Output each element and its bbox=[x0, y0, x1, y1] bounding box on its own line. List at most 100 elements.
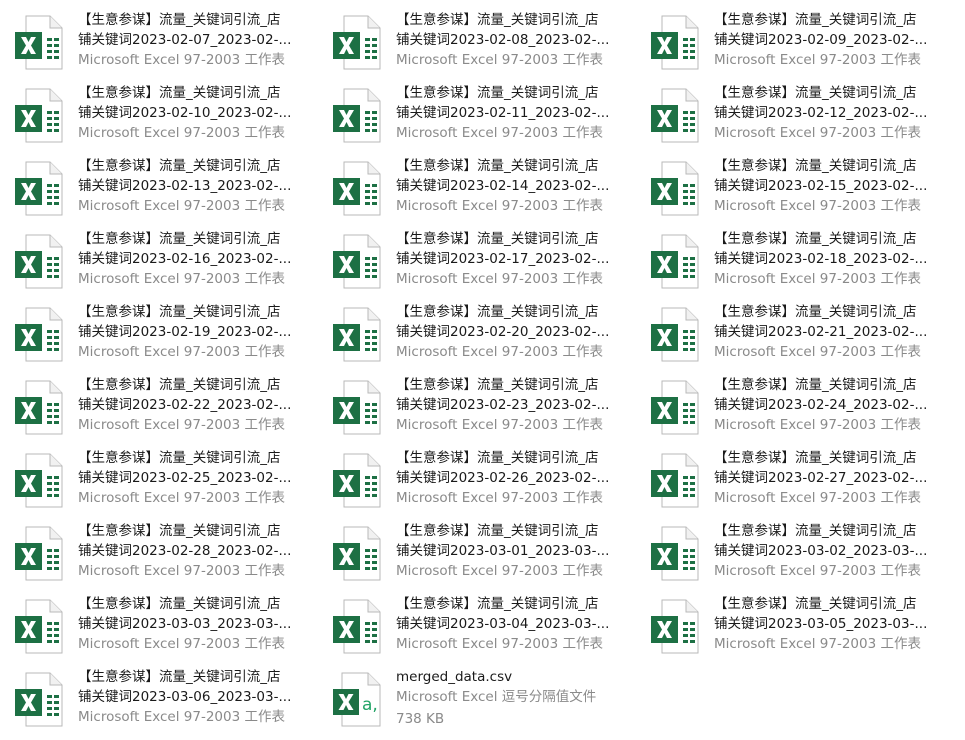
file-name-line2: 铺关键词2023-02-07_2023-02-... bbox=[78, 32, 292, 48]
file-details: 【生意参谋】流量_关键词引流_店 铺关键词2023-02-25_2023-02-.… bbox=[78, 448, 312, 510]
file-name-line1: 【生意参谋】流量_关键词引流_店 bbox=[396, 450, 599, 466]
file-item[interactable]: 【生意参谋】流量_关键词引流_店 铺关键词2023-02-13_2023-02-.… bbox=[0, 152, 312, 218]
file-item[interactable]: 【生意参谋】流量_关键词引流_店 铺关键词2023-02-25_2023-02-.… bbox=[0, 444, 312, 510]
excel-xls-icon bbox=[332, 453, 382, 509]
file-item[interactable]: 【生意参谋】流量_关键词引流_店 铺关键词2023-03-05_2023-03-.… bbox=[636, 590, 948, 656]
file-item[interactable]: 【生意参谋】流量_关键词引流_店 铺关键词2023-02-26_2023-02-.… bbox=[318, 444, 630, 510]
excel-xls-icon bbox=[332, 15, 382, 71]
file-name-line1: 【生意参谋】流量_关键词引流_店 bbox=[78, 85, 281, 101]
file-name-line1: 【生意参谋】流量_关键词引流_店 bbox=[396, 523, 599, 539]
file-type: Microsoft Excel 97-2003 工作表 bbox=[396, 198, 603, 214]
excel-xls-icon bbox=[650, 88, 700, 144]
file-item[interactable]: 【生意参谋】流量_关键词引流_店 铺关键词2023-02-11_2023-02-.… bbox=[318, 79, 630, 145]
file-item[interactable]: 【生意参谋】流量_关键词引流_店 铺关键词2023-02-24_2023-02-.… bbox=[636, 371, 948, 437]
excel-xls-icon bbox=[650, 380, 700, 436]
file-name-line2: 铺关键词2023-03-05_2023-03-... bbox=[714, 616, 928, 632]
file-type: Microsoft Excel 97-2003 工作表 bbox=[396, 344, 603, 360]
excel-xls-icon bbox=[332, 88, 382, 144]
file-details: 【生意参谋】流量_关键词引流_店 铺关键词2023-02-28_2023-02-.… bbox=[78, 521, 312, 583]
file-details: 【生意参谋】流量_关键词引流_店 铺关键词2023-02-12_2023-02-.… bbox=[714, 83, 948, 145]
file-name-line2: 铺关键词2023-02-10_2023-02-... bbox=[78, 105, 292, 121]
file-item[interactable]: 【生意参谋】流量_关键词引流_店 铺关键词2023-02-20_2023-02-.… bbox=[318, 298, 630, 364]
file-item[interactable]: 【生意参谋】流量_关键词引流_店 铺关键词2023-02-17_2023-02-.… bbox=[318, 225, 630, 291]
excel-xls-icon bbox=[650, 453, 700, 509]
file-type: Microsoft Excel 97-2003 工作表 bbox=[78, 52, 285, 68]
file-type: Microsoft Excel 97-2003 工作表 bbox=[714, 636, 921, 652]
file-item[interactable]: 【生意参谋】流量_关键词引流_店 铺关键词2023-02-15_2023-02-.… bbox=[636, 152, 948, 218]
file-item[interactable]: 【生意参谋】流量_关键词引流_店 铺关键词2023-02-22_2023-02-.… bbox=[0, 371, 312, 437]
file-name-line1: 【生意参谋】流量_关键词引流_店 bbox=[396, 12, 599, 28]
file-item[interactable]: 【生意参谋】流量_关键词引流_店 铺关键词2023-02-12_2023-02-.… bbox=[636, 79, 948, 145]
file-item[interactable]: 【生意参谋】流量_关键词引流_店 铺关键词2023-02-27_2023-02-.… bbox=[636, 444, 948, 510]
file-name-line1: 【生意参谋】流量_关键词引流_店 bbox=[396, 377, 599, 393]
file-item[interactable]: a, merged_data.csv Microsoft Excel 逗号分隔值文件… bbox=[318, 663, 630, 729]
file-details: 【生意参谋】流量_关键词引流_店 铺关键词2023-02-27_2023-02-.… bbox=[714, 448, 948, 510]
file-item[interactable]: 【生意参谋】流量_关键词引流_店 铺关键词2023-02-18_2023-02-.… bbox=[636, 225, 948, 291]
file-item[interactable]: 【生意参谋】流量_关键词引流_店 铺关键词2023-02-16_2023-02-.… bbox=[0, 225, 312, 291]
excel-xls-icon bbox=[650, 161, 700, 217]
file-details: 【生意参谋】流量_关键词引流_店 铺关键词2023-03-03_2023-03-.… bbox=[78, 594, 312, 656]
file-name-line2: 铺关键词2023-02-26_2023-02-... bbox=[396, 470, 610, 486]
file-details: 【生意参谋】流量_关键词引流_店 铺关键词2023-02-18_2023-02-.… bbox=[714, 229, 948, 291]
file-name-line2: 铺关键词2023-03-01_2023-03-... bbox=[396, 543, 610, 559]
file-item[interactable]: 【生意参谋】流量_关键词引流_店 铺关键词2023-02-08_2023-02-.… bbox=[318, 6, 630, 72]
file-name-line2: 铺关键词2023-02-17_2023-02-... bbox=[396, 251, 610, 267]
file-item[interactable]: 【生意参谋】流量_关键词引流_店 铺关键词2023-02-19_2023-02-.… bbox=[0, 298, 312, 364]
excel-xls-icon bbox=[650, 234, 700, 290]
file-type: Microsoft Excel 97-2003 工作表 bbox=[396, 563, 603, 579]
file-name-line2: 铺关键词2023-03-02_2023-03-... bbox=[714, 543, 928, 559]
file-item[interactable]: 【生意参谋】流量_关键词引流_店 铺关键词2023-02-10_2023-02-.… bbox=[0, 79, 312, 145]
file-item[interactable]: 【生意参谋】流量_关键词引流_店 铺关键词2023-02-21_2023-02-.… bbox=[636, 298, 948, 364]
excel-xls-icon bbox=[14, 380, 64, 436]
file-name-line2: 铺关键词2023-03-03_2023-03-... bbox=[78, 616, 292, 632]
file-details: 【生意参谋】流量_关键词引流_店 铺关键词2023-02-15_2023-02-.… bbox=[714, 156, 948, 218]
file-name-line1: 【生意参谋】流量_关键词引流_店 bbox=[714, 85, 917, 101]
file-name-line1: 【生意参谋】流量_关键词引流_店 bbox=[78, 158, 281, 174]
file-item[interactable]: 【生意参谋】流量_关键词引流_店 铺关键词2023-02-14_2023-02-.… bbox=[318, 152, 630, 218]
file-name-line2: 铺关键词2023-02-16_2023-02-... bbox=[78, 251, 292, 267]
file-details: 【生意参谋】流量_关键词引流_店 铺关键词2023-02-23_2023-02-.… bbox=[396, 375, 630, 437]
file-details: 【生意参谋】流量_关键词引流_店 铺关键词2023-02-14_2023-02-.… bbox=[396, 156, 630, 218]
file-name-line2: 铺关键词2023-02-22_2023-02-... bbox=[78, 397, 292, 413]
file-type: Microsoft Excel 97-2003 工作表 bbox=[78, 563, 285, 579]
file-item[interactable]: 【生意参谋】流量_关键词引流_店 铺关键词2023-02-23_2023-02-.… bbox=[318, 371, 630, 437]
excel-xls-icon bbox=[650, 599, 700, 655]
file-type: Microsoft Excel 97-2003 工作表 bbox=[78, 198, 285, 214]
file-type: Microsoft Excel 97-2003 工作表 bbox=[396, 52, 603, 68]
file-details: 【生意参谋】流量_关键词引流_店 铺关键词2023-02-10_2023-02-.… bbox=[78, 83, 312, 145]
file-type: Microsoft Excel 97-2003 工作表 bbox=[714, 271, 921, 287]
file-details: 【生意参谋】流量_关键词引流_店 铺关键词2023-02-11_2023-02-.… bbox=[396, 83, 630, 145]
excel-xls-icon bbox=[14, 234, 64, 290]
file-item[interactable]: 【生意参谋】流量_关键词引流_店 铺关键词2023-03-03_2023-03-.… bbox=[0, 590, 312, 656]
file-details: merged_data.csv Microsoft Excel 逗号分隔值文件 73… bbox=[396, 667, 630, 731]
file-item[interactable]: 【生意参谋】流量_关键词引流_店 铺关键词2023-03-04_2023-03-.… bbox=[318, 590, 630, 656]
file-item[interactable]: 【生意参谋】流量_关键词引流_店 铺关键词2023-03-01_2023-03-.… bbox=[318, 517, 630, 583]
file-name-line1: 【生意参谋】流量_关键词引流_店 bbox=[396, 596, 599, 612]
file-item[interactable]: 【生意参谋】流量_关键词引流_店 铺关键词2023-03-06_2023-03-.… bbox=[0, 663, 312, 729]
excel-xls-icon bbox=[14, 307, 64, 363]
file-item[interactable]: 【生意参谋】流量_关键词引流_店 铺关键词2023-03-02_2023-03-.… bbox=[636, 517, 948, 583]
file-name-line1: 【生意参谋】流量_关键词引流_店 bbox=[714, 231, 917, 247]
file-name-line1: 【生意参谋】流量_关键词引流_店 bbox=[714, 523, 917, 539]
file-item[interactable]: 【生意参谋】流量_关键词引流_店 铺关键词2023-02-28_2023-02-.… bbox=[0, 517, 312, 583]
file-name-line1: 【生意参谋】流量_关键词引流_店 bbox=[78, 12, 281, 28]
excel-xls-icon bbox=[650, 15, 700, 71]
file-name-line2: 铺关键词2023-02-13_2023-02-... bbox=[78, 178, 292, 194]
file-name-line1: 【生意参谋】流量_关键词引流_店 bbox=[78, 304, 281, 320]
excel-xls-icon bbox=[14, 599, 64, 655]
file-size: 738 KB bbox=[396, 711, 445, 727]
excel-xls-icon bbox=[332, 234, 382, 290]
file-name-line2: 铺关键词2023-02-19_2023-02-... bbox=[78, 324, 292, 340]
file-item[interactable]: 【生意参谋】流量_关键词引流_店 铺关键词2023-02-07_2023-02-.… bbox=[0, 6, 312, 72]
file-details: 【生意参谋】流量_关键词引流_店 铺关键词2023-02-09_2023-02-.… bbox=[714, 10, 948, 72]
file-type: Microsoft Excel 97-2003 工作表 bbox=[78, 344, 285, 360]
file-name-line2: 铺关键词2023-02-23_2023-02-... bbox=[396, 397, 610, 413]
file-name-line2: 铺关键词2023-02-24_2023-02-... bbox=[714, 397, 928, 413]
file-name-line2: 铺关键词2023-03-04_2023-03-... bbox=[396, 616, 610, 632]
file-type: Microsoft Excel 逗号分隔值文件 bbox=[396, 689, 597, 705]
file-type: Microsoft Excel 97-2003 工作表 bbox=[78, 490, 285, 506]
excel-xls-icon bbox=[332, 526, 382, 582]
file-name-line1: 【生意参谋】流量_关键词引流_店 bbox=[714, 158, 917, 174]
file-name-line2: 铺关键词2023-02-09_2023-02-... bbox=[714, 32, 928, 48]
file-item[interactable]: 【生意参谋】流量_关键词引流_店 铺关键词2023-02-09_2023-02-.… bbox=[636, 6, 948, 72]
